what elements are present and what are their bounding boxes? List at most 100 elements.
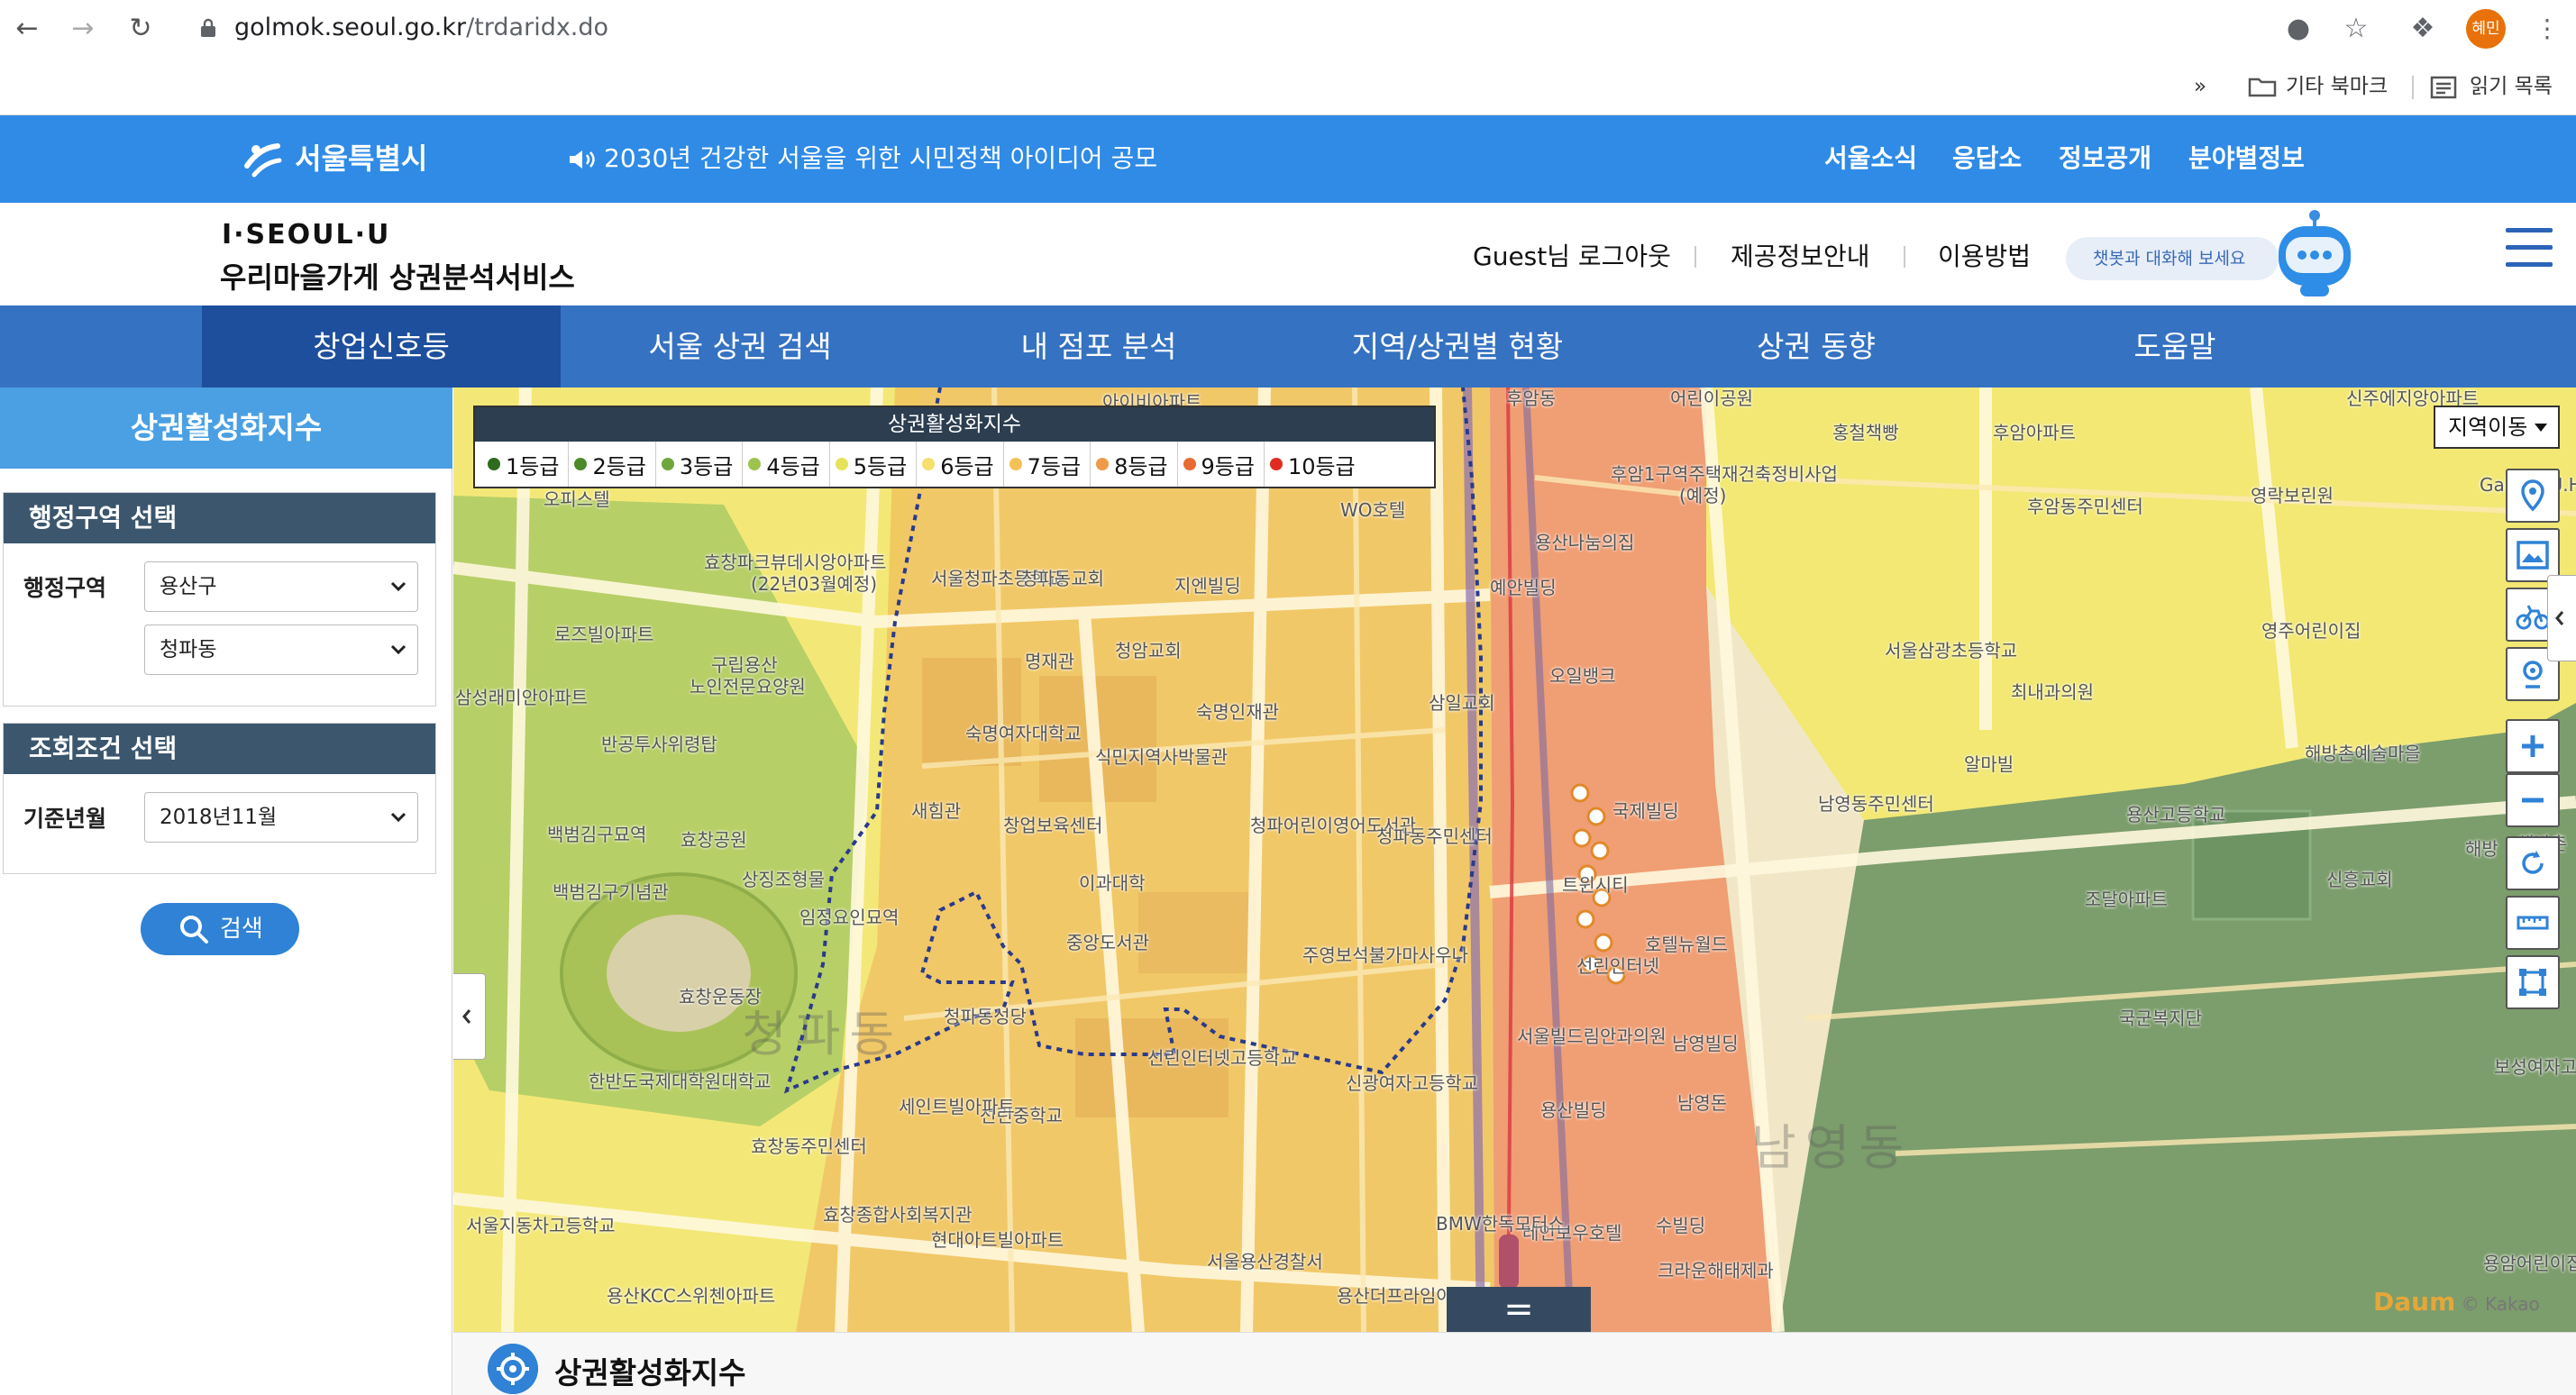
place-label: 삼성래미안아파트 bbox=[455, 687, 589, 708]
hamburger-menu-icon[interactable] bbox=[2506, 228, 2553, 268]
place-label: 후암1구역주택재건축정비사업 bbox=[1611, 463, 1838, 485]
plus-icon bbox=[2522, 735, 2544, 757]
bottom-panel-toggle[interactable]: = bbox=[1447, 1287, 1591, 1332]
place-label: 보성여자고등학교 bbox=[2494, 1056, 2576, 1078]
search-button[interactable]: 검색 bbox=[141, 903, 299, 955]
legend-item: 9등급 bbox=[1178, 442, 1265, 487]
place-label: 반공투사위령탑 bbox=[601, 734, 717, 755]
map-attribution: Daum © Kakao bbox=[2373, 1287, 2540, 1317]
sidebar: 상권활성화지수 행정구역 선택 행정구역 용산구 청파동 조회조건 선택 기준년… bbox=[0, 388, 452, 1395]
chatbot-robot-icon[interactable] bbox=[2273, 208, 2356, 304]
reading-list[interactable]: 읽기 목록 bbox=[2430, 68, 2553, 105]
legend-dot-icon bbox=[1183, 458, 1196, 470]
district-select[interactable]: 용산구 bbox=[144, 561, 418, 612]
place-label: 남영동주민센터 bbox=[1818, 793, 1934, 815]
area-tool[interactable] bbox=[2506, 955, 2560, 1009]
right-panel-toggle[interactable] bbox=[2547, 575, 2576, 661]
profile-avatar[interactable]: 혜민 bbox=[2466, 9, 2506, 49]
logout-link[interactable]: Guest님 로그아웃 bbox=[1473, 241, 1671, 273]
place-label: 용산고등학교 bbox=[2126, 804, 2226, 825]
location-pin-tool[interactable] bbox=[2506, 469, 2560, 523]
header-divider bbox=[1694, 246, 1696, 268]
legend-dot-icon bbox=[1269, 458, 1283, 470]
place-label: 신흥교회 bbox=[2326, 869, 2393, 890]
header-divider bbox=[1904, 246, 1905, 268]
place-label: 영락보린원 bbox=[2251, 485, 2334, 506]
left-panel-toggle[interactable] bbox=[453, 973, 486, 1060]
iseoulu-logo[interactable]: I·SEOUL·U bbox=[222, 219, 390, 251]
topnav-fields[interactable]: 분야별정보 bbox=[2188, 142, 2305, 175]
place-label: 남영빌딩 bbox=[1672, 1033, 1739, 1054]
bookmarks-overflow-button[interactable]: » bbox=[2194, 68, 2206, 105]
legend-item: 8등급 bbox=[1091, 442, 1178, 487]
blocked-location-icon[interactable]: ● bbox=[2280, 11, 2316, 47]
zoom-in-button[interactable] bbox=[2506, 719, 2560, 773]
menu-icon[interactable]: ⋮ bbox=[2535, 11, 2560, 47]
notice-banner[interactable]: 2030년 건강한 서울을 위한 시민정책 아이디어 공모 bbox=[568, 142, 1157, 175]
place-label: 로즈빌아파트 bbox=[554, 624, 654, 645]
place-label: 국군복지단 bbox=[2119, 1008, 2202, 1029]
sidebar-title: 상권활성화지수 bbox=[0, 388, 452, 469]
place-label: 홍철책빵 bbox=[1832, 422, 1899, 443]
map-view[interactable]: 청파동 남영동 오피스텔 효창파크뷰데시앙아파트 (22년03월예정) 로즈빌아… bbox=[453, 388, 2576, 1332]
map-legend: 상권활성화지수 1등급 2등급 3등급 4등급 5등급 6등급 7등급 8등급 9등급 10등급 bbox=[473, 406, 1436, 488]
lock-icon bbox=[201, 18, 215, 37]
legend-dot-icon bbox=[488, 458, 500, 470]
place-label: 노인전문요양원 bbox=[690, 676, 806, 698]
topnav-disclosure[interactable]: 정보공개 bbox=[2059, 142, 2151, 175]
reset-button[interactable] bbox=[2506, 836, 2560, 890]
place-label: 숙명여자대학교 bbox=[965, 723, 1082, 744]
place-label: 최내과의원 bbox=[2011, 681, 2094, 703]
extensions-icon[interactable]: ❖ bbox=[2405, 11, 2441, 47]
seoul-logo[interactable]: 서울특별시 bbox=[242, 133, 427, 184]
nav-region-status[interactable]: 지역/상권별 현황 bbox=[1278, 305, 1637, 388]
chatbot-button[interactable]: 챗봇과 대화해 보세요 bbox=[2066, 237, 2279, 280]
place-label: 서울용산경찰서 bbox=[1207, 1251, 1323, 1272]
distance-tool[interactable] bbox=[2506, 896, 2560, 950]
reload-icon[interactable]: ↻ bbox=[124, 13, 157, 45]
month-label: 기준년월 bbox=[23, 806, 107, 832]
kakao-copyright: © Kakao bbox=[2461, 1293, 2540, 1315]
dong-select[interactable]: 청파동 bbox=[144, 625, 418, 675]
search-icon bbox=[180, 916, 208, 944]
legend-item: 7등급 bbox=[1004, 442, 1092, 487]
howto-link[interactable]: 이용방법 bbox=[1938, 241, 2031, 273]
topnav-news[interactable]: 서울소식 bbox=[1824, 142, 1917, 175]
legend-label: 8등급 bbox=[1114, 453, 1168, 479]
region-move-dropdown[interactable]: 지역이동 bbox=[2434, 406, 2560, 449]
main-navigation: 창업신호등 서울 상권 검색 내 점포 분석 지역/상권별 현황 상권 동향 도… bbox=[0, 305, 2576, 388]
chevron-down-icon bbox=[390, 812, 406, 823]
street-view-icon bbox=[2517, 541, 2549, 570]
info-link[interactable]: 제공정보안내 bbox=[1731, 241, 1870, 273]
zoom-out-button[interactable] bbox=[2506, 773, 2560, 827]
condition-select-box: 조회조건 선택 기준년월 2018년11월 bbox=[3, 723, 436, 874]
place-label: 구립용산 bbox=[711, 654, 778, 676]
folder-icon bbox=[2248, 78, 2277, 97]
place-label: 해방촌예술마을 bbox=[2305, 743, 2421, 764]
month-select[interactable]: 2018년11월 bbox=[144, 792, 418, 843]
forward-icon[interactable]: → bbox=[67, 13, 99, 45]
topnav-response[interactable]: 응답소 bbox=[1952, 142, 2022, 175]
nav-district-search[interactable]: 서울 상권 검색 bbox=[561, 305, 919, 388]
nav-help[interactable]: 도움말 bbox=[1996, 305, 2354, 388]
seoul-logo-icon bbox=[244, 143, 282, 178]
nav-my-store-analysis[interactable]: 내 점포 분석 bbox=[919, 305, 1278, 388]
back-icon[interactable]: ← bbox=[11, 13, 43, 45]
legend-label: 10등급 bbox=[1287, 453, 1356, 479]
nav-district-trends[interactable]: 상권 동향 bbox=[1637, 305, 1996, 388]
bookmark-folder[interactable]: 기타 북마크 bbox=[2248, 68, 2388, 105]
place-label: 용산나눔의집 bbox=[1535, 532, 1635, 553]
place-label: 용암어린이집 bbox=[2483, 1253, 2576, 1274]
legend-dot-icon bbox=[661, 458, 674, 470]
nav-startup-signal[interactable]: 창업신호등 bbox=[202, 305, 561, 388]
street-view-tool[interactable] bbox=[2506, 528, 2560, 582]
place-label: 숙명인재관 bbox=[1196, 701, 1279, 723]
address-bar[interactable]: golmok.seoul.go.kr/trdaridx.do bbox=[180, 4, 2380, 54]
region-move-label: 지역이동 bbox=[2448, 415, 2528, 440]
service-title[interactable]: 우리마을가게 상권분석서비스 bbox=[220, 255, 575, 296]
legend-label: 7등급 bbox=[1027, 453, 1082, 479]
place-label: 조달아파트 bbox=[2085, 889, 2168, 910]
seoul-logo-text: 서울특별시 bbox=[295, 141, 428, 176]
service-header: I·SEOUL·U 우리마을가게 상권분석서비스 Guest님 로그아웃 제공정… bbox=[0, 203, 2576, 305]
star-icon[interactable]: ☆ bbox=[2338, 11, 2374, 47]
